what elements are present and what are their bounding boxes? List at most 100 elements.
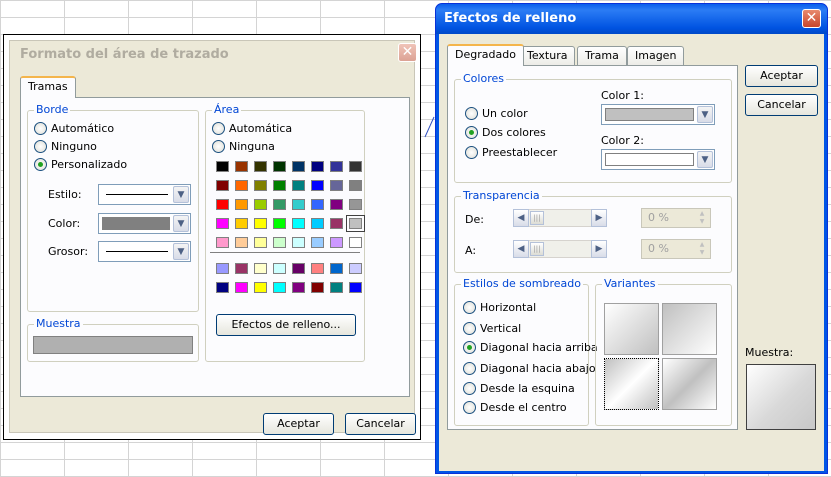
color-swatch[interactable] (292, 161, 305, 172)
color-swatch[interactable] (292, 218, 305, 229)
color-swatch[interactable] (311, 199, 324, 210)
color-swatch[interactable] (292, 237, 305, 248)
chevron-left-icon[interactable]: ◀ (513, 209, 529, 227)
tab-textura[interactable]: Textura (519, 46, 576, 66)
tab-degradado[interactable]: Degradado (447, 44, 524, 66)
borde-option-ninguno[interactable]: Ninguno (34, 140, 97, 153)
borde-option-automatico[interactable]: Automático (34, 122, 114, 135)
variant-4[interactable] (662, 358, 717, 410)
option-desde-esquina[interactable]: Desde la esquina (463, 382, 575, 395)
color-swatch[interactable] (311, 161, 324, 172)
borde-option-personalizado[interactable]: Personalizado (34, 158, 127, 171)
color-swatch[interactable] (273, 237, 286, 248)
color-select[interactable]: ▼ (98, 213, 191, 234)
color-swatch[interactable] (216, 263, 229, 274)
chevron-down-icon[interactable]: ▼ (173, 215, 189, 232)
accept-button[interactable]: Aceptar (263, 413, 334, 435)
color-swatch[interactable] (349, 263, 362, 274)
close-icon[interactable]: ✕ (802, 9, 821, 28)
color-swatch[interactable] (330, 199, 343, 210)
color-swatch[interactable] (216, 161, 229, 172)
chevron-down-icon[interactable]: ▼ (697, 151, 713, 168)
a-slider[interactable]: ◀ ||| ▶ (513, 240, 607, 258)
spinner-icon[interactable]: ▲ ▼ (695, 210, 709, 226)
option-horizontal[interactable]: Horizontal (463, 301, 536, 314)
chevron-down-icon[interactable]: ▼ (173, 186, 189, 203)
grosor-select[interactable]: ▼ (98, 241, 191, 262)
color-swatch[interactable] (349, 237, 362, 248)
slider-thumb[interactable]: ||| (530, 211, 544, 225)
color-swatch[interactable] (292, 180, 305, 191)
color-swatch[interactable] (292, 282, 305, 293)
slider-thumb[interactable]: ||| (530, 242, 544, 256)
color-swatch[interactable] (254, 263, 267, 274)
color-swatch[interactable] (273, 180, 286, 191)
a-value-field[interactable]: 0 % ▲ ▼ (641, 239, 711, 259)
option-un-color[interactable]: Un color (465, 107, 528, 120)
color-swatch[interactable] (235, 282, 248, 293)
color-swatch[interactable] (349, 161, 362, 172)
accept-button[interactable]: Aceptar (745, 65, 818, 87)
color-swatch[interactable] (330, 218, 343, 229)
color-swatch[interactable] (273, 218, 286, 229)
chevron-down-icon[interactable]: ▼ (173, 243, 189, 260)
option-desde-centro[interactable]: Desde el centro (463, 401, 567, 414)
color-swatch[interactable] (235, 199, 248, 210)
color-swatch[interactable] (292, 263, 305, 274)
spinner-icon[interactable]: ▲ ▼ (695, 241, 709, 257)
color-swatch[interactable] (235, 263, 248, 274)
color-swatch[interactable] (346, 215, 365, 232)
color-swatch[interactable] (254, 199, 267, 210)
color-swatch[interactable] (216, 282, 229, 293)
color-swatch[interactable] (254, 161, 267, 172)
color-swatch[interactable] (330, 282, 343, 293)
color-swatch[interactable] (311, 180, 324, 191)
chevron-left-icon[interactable]: ◀ (513, 240, 529, 258)
estilo-select[interactable]: ▼ (98, 184, 191, 205)
cancel-button[interactable]: Cancelar (345, 413, 416, 435)
option-dos-colores[interactable]: Dos colores (465, 126, 546, 139)
color-swatch[interactable] (330, 263, 343, 274)
option-diagonal-arriba[interactable]: Diagonal hacia arriba (463, 341, 598, 354)
color-swatch[interactable] (216, 218, 229, 229)
color-swatch[interactable] (216, 199, 229, 210)
tab-tramas[interactable]: Tramas (20, 76, 76, 98)
color-swatch[interactable] (273, 199, 286, 210)
color-swatch[interactable] (273, 282, 286, 293)
chevron-down-icon[interactable]: ▼ (697, 106, 713, 123)
color-swatch[interactable] (311, 282, 324, 293)
color-swatch[interactable] (330, 161, 343, 172)
variant-3[interactable] (604, 358, 659, 410)
option-vertical[interactable]: Vertical (463, 322, 521, 335)
color-swatch[interactable] (254, 218, 267, 229)
color-swatch[interactable] (311, 237, 324, 248)
color-swatch[interactable] (254, 237, 267, 248)
tab-trama[interactable]: Trama (577, 46, 627, 66)
de-value-field[interactable]: 0 % ▲ ▼ (641, 208, 711, 228)
color-swatch[interactable] (311, 263, 324, 274)
efectos-de-relleno-button[interactable]: Efectos de relleno... (216, 314, 356, 336)
color-swatch[interactable] (235, 161, 248, 172)
close-icon[interactable]: ✕ (398, 43, 417, 62)
variant-1[interactable] (604, 303, 659, 355)
color-swatch[interactable] (330, 237, 343, 248)
de-slider[interactable]: ◀ ||| ▶ (513, 209, 607, 227)
color-swatch[interactable] (330, 180, 343, 191)
chevron-right-icon[interactable]: ▶ (591, 209, 607, 227)
color-swatch[interactable] (311, 218, 324, 229)
color2-select[interactable]: ▼ (601, 149, 715, 170)
area-option-automatica[interactable]: Automática (212, 122, 292, 135)
color-swatch[interactable] (292, 199, 305, 210)
color-swatch[interactable] (235, 180, 248, 191)
color1-select[interactable]: ▼ (601, 104, 715, 125)
color-swatch[interactable] (254, 180, 267, 191)
color-swatch[interactable] (349, 282, 362, 293)
variant-2[interactable] (662, 303, 717, 355)
area-option-ninguna[interactable]: Ninguna (212, 140, 275, 153)
color-swatch[interactable] (235, 237, 248, 248)
color-swatch[interactable] (273, 263, 286, 274)
tab-imagen[interactable]: Imagen (627, 46, 685, 66)
color-swatch[interactable] (349, 199, 362, 210)
option-preestablecer[interactable]: Preestablecer (465, 146, 557, 159)
cancel-button[interactable]: Cancelar (745, 94, 818, 116)
